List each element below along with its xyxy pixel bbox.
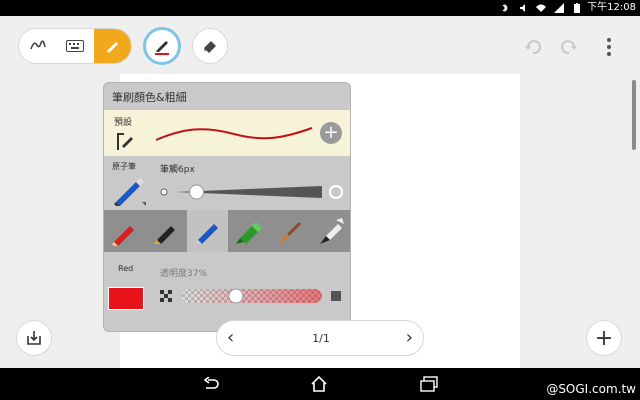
home-icon (311, 376, 327, 392)
status-bar: 下午12:08 (0, 0, 640, 16)
pen-size-row: 原子筆 筆觸6px (104, 156, 350, 210)
status-time: 下午12:08 (587, 2, 636, 13)
more-options-button[interactable] (600, 36, 618, 58)
stroke-size-slider[interactable] (160, 184, 344, 200)
color-name-label: Red (118, 264, 134, 273)
ballpoint-pen-icon (194, 224, 219, 244)
signal-icon (554, 3, 564, 13)
back-icon (203, 377, 219, 389)
handwriting-icon (29, 40, 46, 50)
bluetooth-icon (502, 3, 508, 13)
popup-title: 筆刷顏色&粗細 (112, 91, 187, 104)
pen-type-fountain-pen[interactable] (145, 210, 187, 252)
keyboard-icon (65, 40, 84, 52)
calligraphy-brush-icon (320, 218, 345, 244)
status-icons (500, 2, 582, 14)
pen-type-calligraphy[interactable] (310, 210, 350, 252)
pen-type-highlighter[interactable] (227, 210, 270, 252)
opaque-icon (331, 291, 341, 301)
eraser-button[interactable] (192, 28, 228, 64)
preset-brush-icon (117, 133, 133, 150)
battery-icon (574, 3, 580, 13)
more-dot (607, 45, 611, 49)
preset-row[interactable]: 預設 + (104, 110, 350, 156)
more-vert-icon (607, 38, 611, 42)
preset-label: 預設 (114, 118, 133, 128)
keyboard-mode-button[interactable] (56, 29, 93, 63)
brush-icon (106, 42, 119, 53)
import-icon (27, 331, 41, 345)
undo-icon (525, 40, 541, 55)
pen-icon (155, 41, 169, 55)
preset-stroke-preview (155, 127, 313, 141)
brush-mode-button[interactable] (93, 29, 131, 63)
pen-type-ballpoint[interactable] (186, 210, 228, 252)
undo-button[interactable] (522, 36, 544, 58)
redo-icon (561, 40, 577, 55)
brush-settings-popup: 筆刷顏色&粗細 預設 + 原子筆 筆觸6px Red 透明度37% (103, 82, 351, 332)
home-button[interactable] (308, 374, 330, 394)
color-swatch[interactable] (108, 287, 144, 310)
page-number: 1/1 (312, 332, 330, 345)
fountain-pen-icon (152, 226, 175, 244)
input-mode-group (18, 28, 132, 64)
opacity-label: 透明度37% (160, 269, 208, 279)
add-page-button[interactable]: + (586, 320, 622, 356)
recent-apps-button[interactable] (418, 374, 440, 394)
watermark: @SOGI.com.tw (546, 382, 636, 396)
stroke-size-label: 筆觸6px (160, 165, 195, 175)
recent-apps-icon (420, 376, 438, 392)
red-pencil-icon (111, 226, 134, 246)
redo-button[interactable] (558, 36, 580, 58)
pen-type-red-pencil[interactable] (104, 210, 146, 252)
eraser-icon (204, 41, 216, 53)
transparency-icon (160, 290, 172, 302)
wifi-icon (536, 4, 546, 12)
back-button[interactable] (200, 374, 222, 394)
pen-type-paint-brush[interactable] (269, 210, 311, 252)
pen-tool-button[interactable] (143, 27, 181, 65)
opacity-slider[interactable] (182, 288, 322, 304)
handwriting-mode-button[interactable] (19, 29, 56, 63)
opacity-thumb[interactable] (228, 288, 244, 304)
more-dot (607, 52, 611, 56)
mute-icon (520, 4, 525, 12)
next-page-button[interactable]: › (406, 327, 413, 348)
pen-type-selector (104, 210, 350, 252)
scrollbar[interactable] (632, 80, 636, 150)
pen-type-label: 原子筆 (112, 162, 136, 171)
highlighter-icon (235, 222, 262, 244)
app-screen: 下午12:08 筆刷顏色&粗細 預設 + 原子筆 筆觸6px Red 透明度37… (0, 0, 640, 400)
import-button[interactable] (16, 320, 52, 356)
stroke-size-thumb[interactable] (189, 184, 205, 200)
paint-brush-icon (278, 222, 301, 244)
ballpoint-pen-current-icon[interactable] (112, 172, 146, 206)
page-navigator: ‹ 1/1 › (216, 320, 424, 356)
add-preset-button[interactable]: + (320, 122, 342, 144)
navigation-bar: @SOGI.com.tw (0, 368, 640, 400)
